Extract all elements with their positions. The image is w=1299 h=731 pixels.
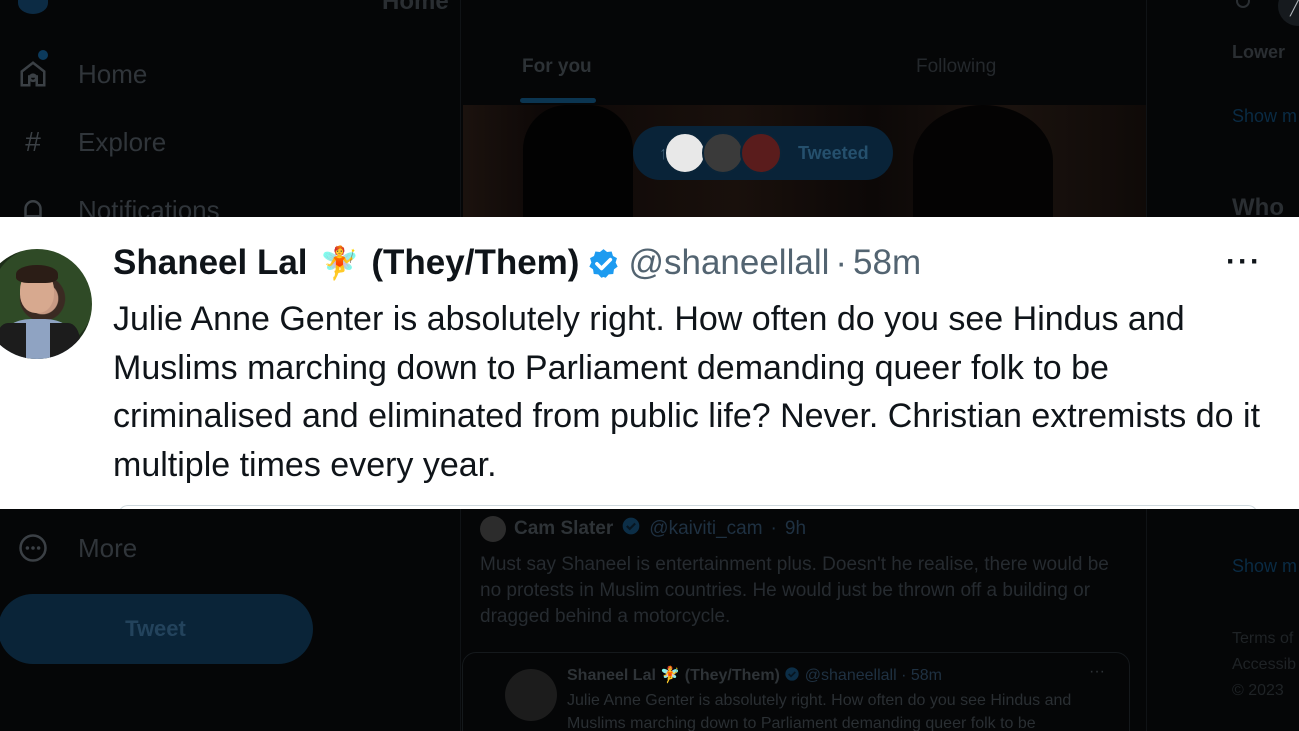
author-name[interactable]: Shaneel Lal: [113, 243, 308, 283]
footer-copyright: © 2023: [1232, 682, 1284, 699]
author-name[interactable]: Cam Slater: [514, 518, 613, 540]
tweet-header: Shaneel Lal 🧚 (They/Them) @shaneellall ·…: [567, 665, 942, 685]
more-options-icon[interactable]: ···: [1089, 663, 1105, 681]
tweet-text: Must say Shaneel is entertainment plus. …: [480, 554, 1109, 627]
tweet-header: Cam Slater @kaiviti_cam · 9h: [480, 516, 1130, 542]
more-options-icon[interactable]: ···: [1226, 245, 1262, 279]
tweet-header: Shaneel Lal 🧚 (They/Them) @shaneellall ·…: [113, 243, 921, 283]
separator: ·: [770, 518, 777, 539]
tweet-button[interactable]: Tweet: [0, 594, 313, 664]
reply-tweet[interactable]: Cam Slater @kaiviti_cam · 9h Must say Sh…: [480, 516, 1130, 630]
quote-card-edge: [118, 505, 1258, 509]
active-tab-indicator: [520, 98, 596, 103]
quoted-tweet[interactable]: Shaneel Lal 🧚 (They/Them) @shaneellall ·…: [462, 652, 1130, 731]
highlighted-tweet[interactable]: Shaneel Lal 🧚 (They/Them) @shaneellall ·…: [0, 217, 1299, 509]
author-handle[interactable]: @shaneellall: [628, 243, 829, 283]
search-icon[interactable]: [1236, 0, 1250, 8]
separator: ·: [835, 243, 848, 282]
avatar[interactable]: [480, 516, 506, 542]
sidebar-item-home[interactable]: Home: [16, 54, 147, 94]
tweet-text: Julie Anne Genter is absolutely right. H…: [113, 300, 1261, 484]
avatar-vest: [50, 323, 80, 359]
verified-badge-icon: [621, 516, 641, 542]
page-title: Home: [382, 0, 449, 15]
sidebar-item-more[interactable]: More: [16, 528, 137, 568]
avatar: [664, 132, 706, 174]
tweet-time: 58m: [910, 667, 942, 684]
sidebar-item-label: Home: [78, 58, 148, 89]
home-icon: [16, 57, 50, 91]
author-pronouns: (They/Them): [684, 667, 780, 684]
sidebar-item-explore[interactable]: # Explore: [16, 122, 166, 162]
author-handle[interactable]: @kaiviti_cam: [649, 518, 762, 540]
fairy-emoji: 🧚: [319, 245, 360, 281]
tweet-time[interactable]: 58m: [853, 243, 921, 283]
tweet-text: Julie Anne Genter is absolutely right. H…: [567, 692, 1072, 731]
show-more-link[interactable]: Show m: [1232, 106, 1297, 127]
avatar[interactable]: [0, 249, 92, 359]
verified-badge-icon: [784, 667, 804, 684]
avatar: [702, 132, 744, 174]
tab-following[interactable]: Following: [916, 56, 996, 78]
avatar: [740, 132, 782, 174]
hashtag-icon: #: [25, 126, 41, 157]
twitter-logo-icon[interactable]: [18, 0, 48, 14]
photo-figure: [913, 105, 1053, 217]
footer-link-terms[interactable]: Terms of: [1232, 630, 1293, 648]
verified-badge-icon: [587, 247, 620, 280]
sidebar-item-label: More: [78, 532, 138, 563]
fairy-emoji: 🧚: [660, 667, 681, 684]
close-icon: ╱: [1290, 0, 1299, 16]
new-tweets-pill[interactable]: ↑ Tweeted: [633, 126, 893, 180]
more-circle-icon: [16, 531, 50, 565]
footer-link-accessibility[interactable]: Accessib: [1232, 656, 1296, 674]
trend-heading: Lower: [1232, 42, 1286, 62]
author-name: Shaneel Lal: [567, 667, 656, 684]
avatar: [505, 669, 557, 721]
tweet-time[interactable]: 9h: [785, 518, 806, 540]
new-tweets-label: Tweeted: [798, 142, 869, 163]
avatar-vest: [0, 323, 26, 359]
photo-figure: [523, 105, 633, 217]
show-more-link[interactable]: Show m: [1232, 556, 1297, 577]
tab-for-you[interactable]: For you: [522, 56, 592, 78]
separator: ·: [901, 667, 907, 684]
author-pronouns[interactable]: (They/Them): [371, 243, 579, 283]
sidebar-item-label: Explore: [78, 126, 167, 157]
avatar-hair: [16, 265, 58, 283]
author-handle: @shaneellall: [804, 667, 897, 684]
close-button[interactable]: ╱: [1278, 0, 1299, 26]
